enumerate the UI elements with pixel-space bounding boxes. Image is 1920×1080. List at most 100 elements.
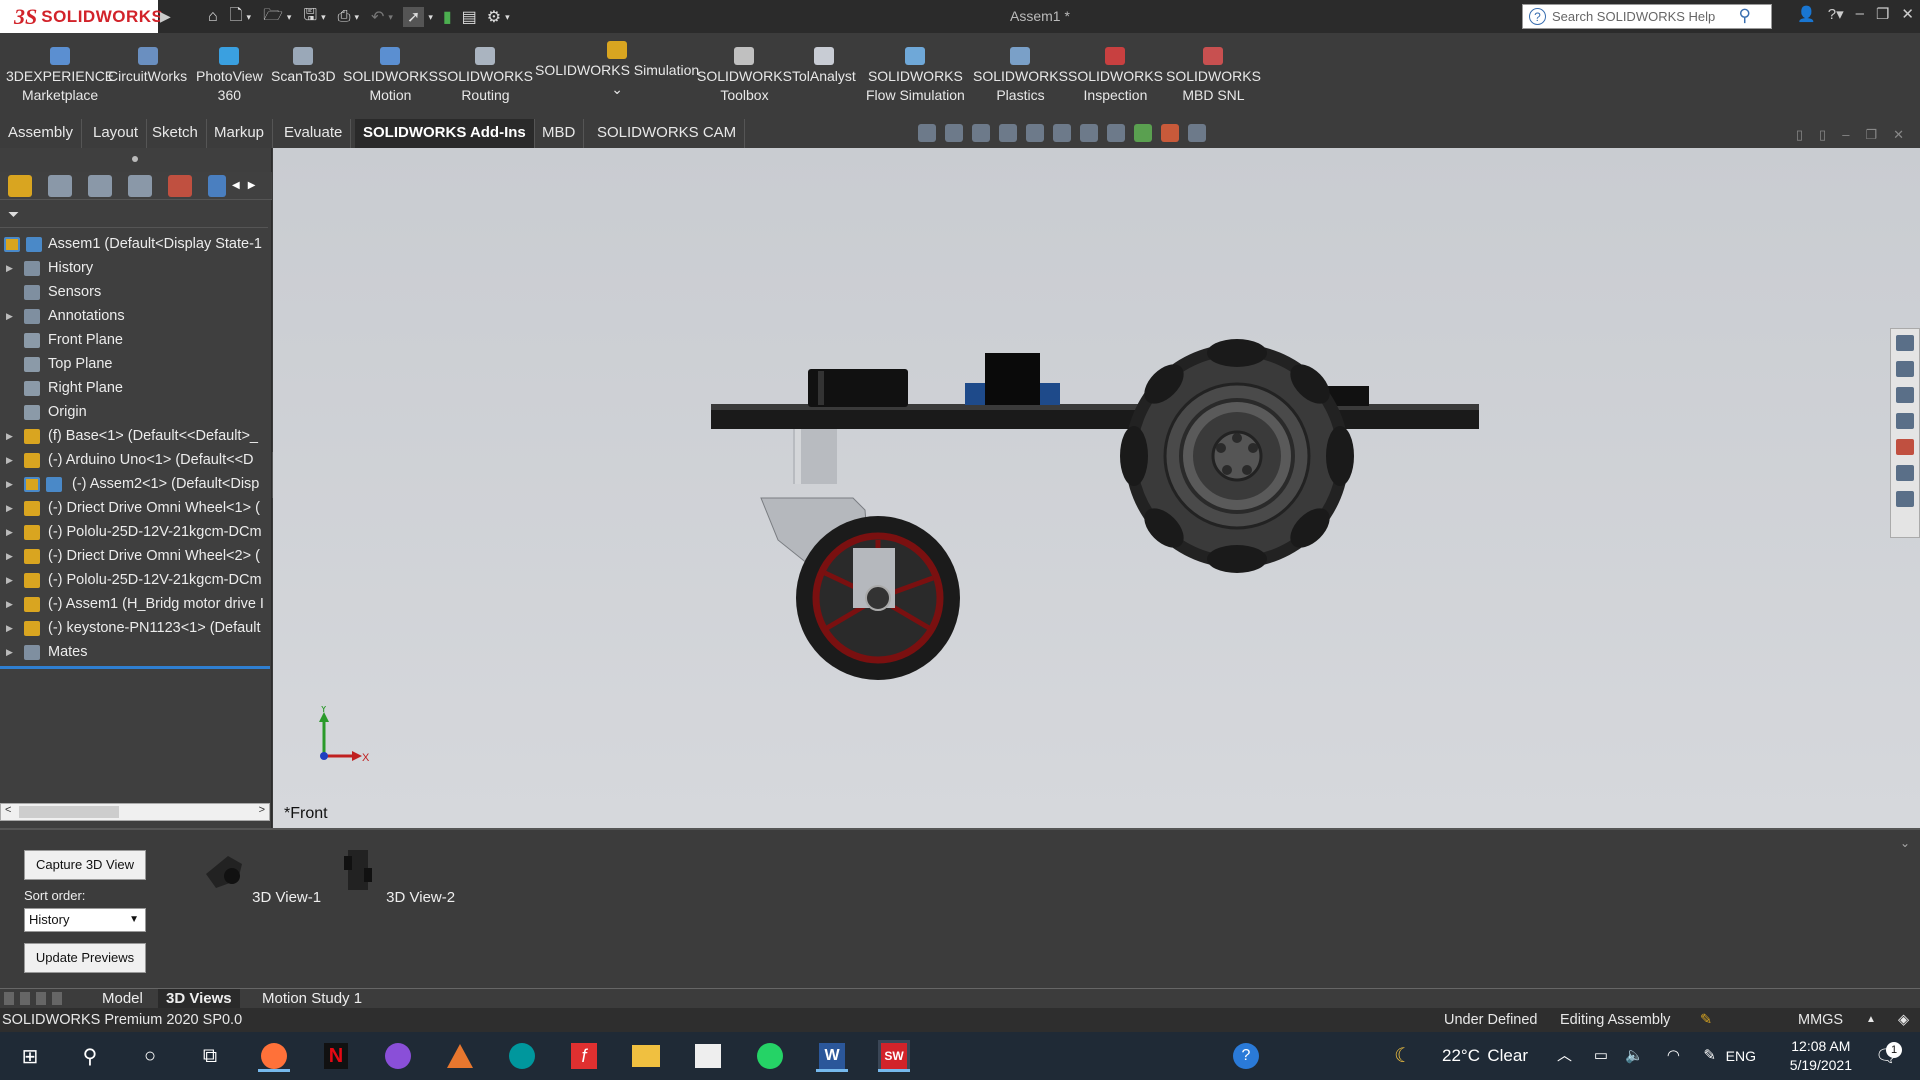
- expand-arrow-icon[interactable]: ▶: [6, 304, 13, 328]
- assembly-model[interactable]: [273, 148, 1920, 828]
- expand-arrow-icon[interactable]: ▶: [6, 448, 13, 472]
- hide-show-items-icon[interactable]: [1107, 124, 1125, 142]
- new-document-icon[interactable]: 🗋: [230, 4, 243, 31]
- select-dropdown-icon[interactable]: ▾: [428, 12, 433, 23]
- open-folder-icon[interactable]: 🗁: [263, 4, 283, 31]
- view-palette-icon[interactable]: [1896, 413, 1914, 429]
- 3d-view-1-thumbnail[interactable]: 3D View-1: [198, 846, 321, 906]
- foxit-icon[interactable]: f: [568, 1040, 600, 1072]
- expand-arrow-icon[interactable]: ▶: [6, 520, 13, 544]
- tree-item[interactable]: ▶ History: [0, 256, 272, 280]
- podcast-app-icon[interactable]: [382, 1040, 414, 1072]
- tree-item[interactable]: Origin: [0, 400, 272, 424]
- matlab-icon[interactable]: [444, 1040, 476, 1072]
- home-icon[interactable]: ⌂: [208, 8, 218, 26]
- ribbon-button-photoview[interactable]: PhotoView 360: [196, 47, 263, 105]
- tree-item[interactable]: Front Plane: [0, 328, 272, 352]
- tree-item[interactable]: ▶ (-) Pololu-25D-12V-21kgcm-DCm: [0, 568, 272, 592]
- user-icon[interactable]: 👤: [1797, 5, 1816, 23]
- expand-arrow-icon[interactable]: ▶: [6, 256, 13, 280]
- help-taskbar-icon[interactable]: ?: [1230, 1040, 1262, 1072]
- whatsapp-icon[interactable]: [754, 1040, 786, 1072]
- expand-arrow-icon[interactable]: ▶: [6, 472, 13, 496]
- viewport-restore-icon[interactable]: ❐: [1865, 127, 1877, 143]
- bottom-tab-motion-study-1[interactable]: Motion Study 1: [254, 989, 370, 1009]
- tab-markup[interactable]: Markup: [206, 119, 274, 148]
- capture-3d-view-button[interactable]: Capture 3D View: [24, 850, 146, 880]
- custom-tooltip-icon[interactable]: ◈: [1898, 1008, 1909, 1032]
- rebuild-status-icon[interactable]: ✎: [1700, 1008, 1712, 1032]
- tile-right-icon[interactable]: ▯: [1819, 127, 1826, 143]
- dimxpert-manager-tab-icon[interactable]: [128, 174, 152, 197]
- menu-expand-arrow-icon[interactable]: ▶: [160, 8, 171, 25]
- tree-item[interactable]: ▶ (-) Arduino Uno<1> (Default<<D: [0, 448, 272, 472]
- viewport-minimize-icon[interactable]: –: [1842, 127, 1849, 143]
- apply-scene-icon[interactable]: [1161, 124, 1179, 142]
- microsoft-store-icon[interactable]: [692, 1040, 724, 1072]
- print-dropdown-icon[interactable]: ▾: [354, 12, 359, 23]
- wifi-icon[interactable]: ◠: [1667, 1032, 1680, 1080]
- weather-description[interactable]: Clear: [1487, 1032, 1528, 1080]
- collapse-panel-icon[interactable]: ⌄: [1900, 836, 1910, 850]
- options-gear-icon[interactable]: ⚙: [487, 7, 501, 27]
- first-tab-icon[interactable]: [4, 992, 14, 1005]
- help-dropdown-icon[interactable]: ?▾: [1828, 5, 1844, 23]
- tree-item[interactable]: ▶ (-) keystone-PN1123<1> (Default: [0, 616, 272, 640]
- ribbon-button-motion[interactable]: SOLIDWORKS Motion: [343, 47, 438, 105]
- dynamic-annotation-icon[interactable]: [1026, 124, 1044, 142]
- tree-item[interactable]: ▶ Annotations: [0, 304, 272, 328]
- weather-temperature[interactable]: 22°C: [1442, 1032, 1480, 1080]
- tree-item[interactable]: ▶ (-) Driect Drive Omni Wheel<1> (: [0, 496, 272, 520]
- edit-appearance-icon[interactable]: [1134, 124, 1152, 142]
- solidworks-resources-icon[interactable]: [1896, 335, 1914, 351]
- tab-layout[interactable]: Layout: [85, 119, 148, 148]
- display-style-icon[interactable]: [1080, 124, 1098, 142]
- task-view-icon[interactable]: ⧉: [194, 1040, 226, 1072]
- ribbon-button-flow-simulation[interactable]: SOLIDWORKS Flow Simulation: [866, 47, 965, 105]
- design-library-icon[interactable]: [1896, 361, 1914, 377]
- undo-dropdown-icon[interactable]: ▾: [388, 12, 393, 23]
- search-icon[interactable]: ⚲: [1739, 6, 1751, 26]
- zoom-to-fit-icon[interactable]: [918, 124, 936, 142]
- save-icon[interactable]: 🖫: [303, 4, 317, 31]
- custom-properties-icon[interactable]: [1896, 465, 1914, 481]
- tree-item[interactable]: ▶ (-) Assem2<1> (Default<Disp: [0, 472, 272, 496]
- tree-rollback-bar[interactable]: [0, 666, 270, 669]
- tab-evaluate[interactable]: Evaluate: [276, 119, 352, 148]
- feature-manager-tab-icon[interactable]: [8, 174, 32, 197]
- battery-icon[interactable]: ▭: [1594, 1032, 1608, 1080]
- scroll-right-icon[interactable]: >: [259, 804, 265, 816]
- property-manager-tab-icon[interactable]: [48, 174, 72, 197]
- new-dropdown-icon[interactable]: ▾: [247, 12, 252, 23]
- units-menu-icon[interactable]: ▲: [1866, 1008, 1876, 1032]
- tree-item[interactable]: ▶ (-) Assem1 (H_Bridg motor drive I: [0, 592, 272, 616]
- volume-icon[interactable]: 🔈: [1625, 1032, 1644, 1080]
- firefox-icon[interactable]: [258, 1040, 290, 1072]
- solidworks-taskbar-icon[interactable]: SW: [878, 1040, 910, 1072]
- tab-scroll-right-icon[interactable]: ▶: [248, 180, 256, 191]
- display-manager-tab-icon[interactable]: [168, 174, 192, 197]
- language-indicator[interactable]: ENG: [1726, 1032, 1756, 1080]
- clock[interactable]: 12:08 AM 5/19/2021: [1790, 1037, 1852, 1075]
- pen-icon[interactable]: ✎: [1703, 1032, 1716, 1080]
- graphics-viewport[interactable]: [273, 148, 1920, 828]
- print-icon[interactable]: ⎙: [338, 8, 351, 26]
- ribbon-button-scanto3d[interactable]: ScanTo3D: [271, 47, 336, 86]
- view-orientation-icon[interactable]: [1053, 124, 1071, 142]
- update-previews-button[interactable]: Update Previews: [24, 943, 146, 973]
- file-properties-icon[interactable]: ▤: [462, 7, 477, 27]
- minimize-icon[interactable]: –: [1856, 5, 1864, 23]
- tree-item[interactable]: ▶ (-) Pololu-25D-12V-21kgcm-DCm: [0, 520, 272, 544]
- tree-item[interactable]: ▶ (f) Base<1> (Default<<Default>_: [0, 424, 272, 448]
- expand-arrow-icon[interactable]: ▶: [6, 424, 13, 448]
- save-dropdown-icon[interactable]: ▾: [321, 12, 326, 23]
- arduino-icon[interactable]: [506, 1040, 538, 1072]
- solidworks-logo[interactable]: 3S SOLIDWORKS: [0, 0, 163, 33]
- view-settings-icon[interactable]: [1188, 124, 1206, 142]
- expand-arrow-icon[interactable]: ▶: [6, 544, 13, 568]
- 3d-view-2-thumbnail[interactable]: 3D View-2: [332, 846, 455, 906]
- ribbon-button-circuitworks[interactable]: CircuitWorks: [108, 47, 187, 86]
- help-search-box[interactable]: ? Search SOLIDWORKS Help ⚲: [1522, 4, 1772, 29]
- tab-mbd[interactable]: MBD: [534, 119, 585, 148]
- expand-arrow-icon[interactable]: ▶: [6, 640, 13, 664]
